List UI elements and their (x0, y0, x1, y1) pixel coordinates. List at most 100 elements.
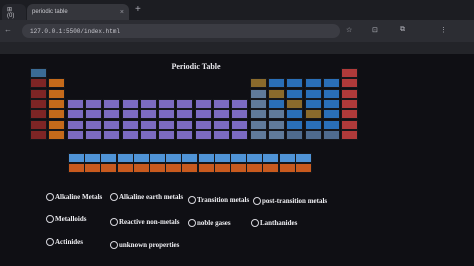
element-tile[interactable] (231, 109, 248, 119)
element-tile[interactable] (341, 130, 358, 140)
element-tile[interactable] (176, 120, 193, 130)
element-tile[interactable] (341, 120, 358, 130)
legend-noble-gases[interactable]: noble gases (188, 219, 231, 227)
element-tile[interactable] (195, 99, 212, 109)
actinide-tile[interactable] (279, 163, 296, 173)
tab-inactive[interactable]: ⊞ (0) (2, 4, 26, 20)
element-tile[interactable] (140, 130, 157, 140)
element-tile[interactable] (213, 109, 230, 119)
element-tile[interactable] (48, 109, 65, 119)
element-tile[interactable] (48, 89, 65, 99)
element-tile[interactable] (30, 109, 47, 119)
element-tile[interactable] (67, 109, 84, 119)
element-tile[interactable] (48, 78, 65, 88)
element-tile[interactable] (30, 130, 47, 140)
element-tile[interactable] (30, 68, 47, 78)
actinide-tile[interactable] (68, 163, 85, 173)
element-tile[interactable] (176, 130, 193, 140)
element-tile[interactable] (103, 99, 120, 109)
element-tile[interactable] (286, 120, 303, 130)
element-tile[interactable] (268, 89, 285, 99)
lanthanide-tile[interactable] (84, 153, 101, 163)
legend-lanthanides[interactable]: Lanthanides (251, 219, 297, 227)
legend-transition-metals[interactable]: Transition metals (188, 196, 249, 204)
actinide-tile[interactable] (100, 163, 117, 173)
lanthanide-tile[interactable] (295, 153, 312, 163)
element-tile[interactable] (323, 89, 340, 99)
element-tile[interactable] (268, 99, 285, 109)
element-tile[interactable] (305, 120, 322, 130)
element-tile[interactable] (286, 89, 303, 99)
element-tile[interactable] (268, 120, 285, 130)
actinide-tile[interactable] (84, 163, 101, 173)
element-tile[interactable] (341, 109, 358, 119)
lanthanide-tile[interactable] (165, 153, 182, 163)
lanthanide-tile[interactable] (117, 153, 134, 163)
split-view-icon[interactable]: ⧉ (400, 26, 405, 34)
actinide-tile[interactable] (246, 163, 263, 173)
element-tile[interactable] (323, 99, 340, 109)
element-tile[interactable] (341, 78, 358, 88)
element-tile[interactable] (305, 109, 322, 119)
radio-transition-metals[interactable] (188, 196, 196, 204)
element-tile[interactable] (30, 99, 47, 109)
new-tab-button[interactable]: + (135, 4, 141, 15)
element-tile[interactable] (286, 99, 303, 109)
element-tile[interactable] (213, 120, 230, 130)
element-tile[interactable] (250, 109, 267, 119)
element-tile[interactable] (286, 109, 303, 119)
element-tile[interactable] (305, 78, 322, 88)
element-tile[interactable] (85, 109, 102, 119)
element-tile[interactable] (85, 130, 102, 140)
element-tile[interactable] (158, 109, 175, 119)
element-tile[interactable] (122, 130, 139, 140)
element-tile[interactable] (140, 99, 157, 109)
actinide-tile[interactable] (198, 163, 215, 173)
legend-actinides[interactable]: Actinides (46, 238, 83, 246)
element-tile[interactable] (140, 109, 157, 119)
url-input[interactable]: 127.0.0.1:5500/index.html (22, 24, 340, 38)
element-tile[interactable] (195, 109, 212, 119)
radio-unknown-properties[interactable] (110, 241, 118, 249)
actinide-tile[interactable] (149, 163, 166, 173)
element-tile[interactable] (67, 120, 84, 130)
element-tile[interactable] (48, 120, 65, 130)
radio-alkaline-metals[interactable] (46, 193, 54, 201)
lanthanide-tile[interactable] (149, 153, 166, 163)
element-tile[interactable] (268, 130, 285, 140)
close-icon[interactable]: × (120, 9, 124, 16)
element-tile[interactable] (195, 130, 212, 140)
element-tile[interactable] (341, 68, 358, 78)
element-tile[interactable] (268, 78, 285, 88)
element-tile[interactable] (30, 78, 47, 88)
element-tile[interactable] (231, 99, 248, 109)
element-tile[interactable] (140, 120, 157, 130)
legend-alkaline-earth-metals[interactable]: Alkaline earth metals (110, 193, 183, 201)
element-tile[interactable] (323, 130, 340, 140)
radio-metalloids[interactable] (46, 215, 54, 223)
lanthanide-tile[interactable] (246, 153, 263, 163)
element-tile[interactable] (250, 130, 267, 140)
element-tile[interactable] (286, 130, 303, 140)
element-tile[interactable] (250, 78, 267, 88)
element-tile[interactable] (158, 99, 175, 109)
actinide-tile[interactable] (262, 163, 279, 173)
element-tile[interactable] (250, 89, 267, 99)
radio-actinides[interactable] (46, 238, 54, 246)
element-tile[interactable] (231, 120, 248, 130)
element-tile[interactable] (103, 120, 120, 130)
radio-alkaline-earth-metals[interactable] (110, 193, 118, 201)
legend-alkaline-metals[interactable]: Alkaline Metals (46, 193, 102, 201)
radio-lanthanides[interactable] (251, 219, 259, 227)
element-tile[interactable] (67, 99, 84, 109)
lanthanide-tile[interactable] (181, 153, 198, 163)
element-tile[interactable] (67, 130, 84, 140)
legend-post-transition-metals[interactable]: post-transition metals (253, 197, 327, 205)
actinide-tile[interactable] (133, 163, 150, 173)
element-tile[interactable] (103, 130, 120, 140)
lanthanide-tile[interactable] (230, 153, 247, 163)
star-icon[interactable]: ☆ (346, 26, 352, 34)
element-tile[interactable] (305, 130, 322, 140)
radio-post-transition-metals[interactable] (253, 197, 261, 205)
actinide-tile[interactable] (117, 163, 134, 173)
